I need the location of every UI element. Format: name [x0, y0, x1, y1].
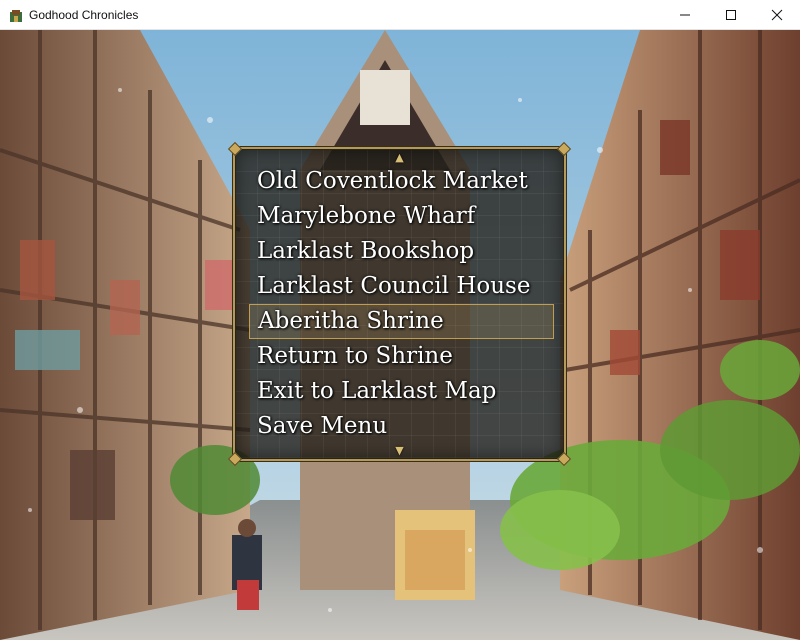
scroll-up-icon[interactable]: ▲ — [395, 152, 403, 163]
app-icon — [9, 8, 23, 22]
maximize-button[interactable] — [708, 0, 754, 30]
menu-item-old-coventlock-market[interactable]: Old Coventlock Market — [249, 164, 554, 199]
menu-item-save-menu[interactable]: Save Menu — [249, 409, 554, 444]
menu-item-marylebone-wharf[interactable]: Marylebone Wharf — [249, 199, 554, 234]
maximize-icon — [726, 10, 736, 20]
menu-item-aberitha-shrine[interactable]: Aberitha Shrine — [249, 304, 554, 339]
minimize-icon — [680, 14, 690, 16]
scroll-down-icon[interactable]: ▼ — [395, 445, 403, 456]
menu-item-return-to-shrine[interactable]: Return to Shrine — [249, 339, 554, 374]
game-viewport[interactable]: ▲ Old Coventlock Market Marylebone Wharf… — [0, 30, 800, 640]
title-bar: Godhood Chronicles — [0, 0, 800, 30]
window-controls — [662, 0, 800, 30]
close-button[interactable] — [754, 0, 800, 30]
minimize-button[interactable] — [662, 0, 708, 30]
menu-item-exit-to-larklast-map[interactable]: Exit to Larklast Map — [249, 374, 554, 409]
location-menu-list: Old Coventlock Market Marylebone Wharf L… — [249, 164, 554, 444]
menu-item-larklast-council-house[interactable]: Larklast Council House — [249, 269, 554, 304]
menu-item-larklast-bookshop[interactable]: Larklast Bookshop — [249, 234, 554, 269]
location-menu-window: ▲ Old Coventlock Market Marylebone Wharf… — [227, 141, 572, 467]
window-title: Godhood Chronicles — [29, 7, 139, 22]
close-icon — [771, 9, 783, 21]
